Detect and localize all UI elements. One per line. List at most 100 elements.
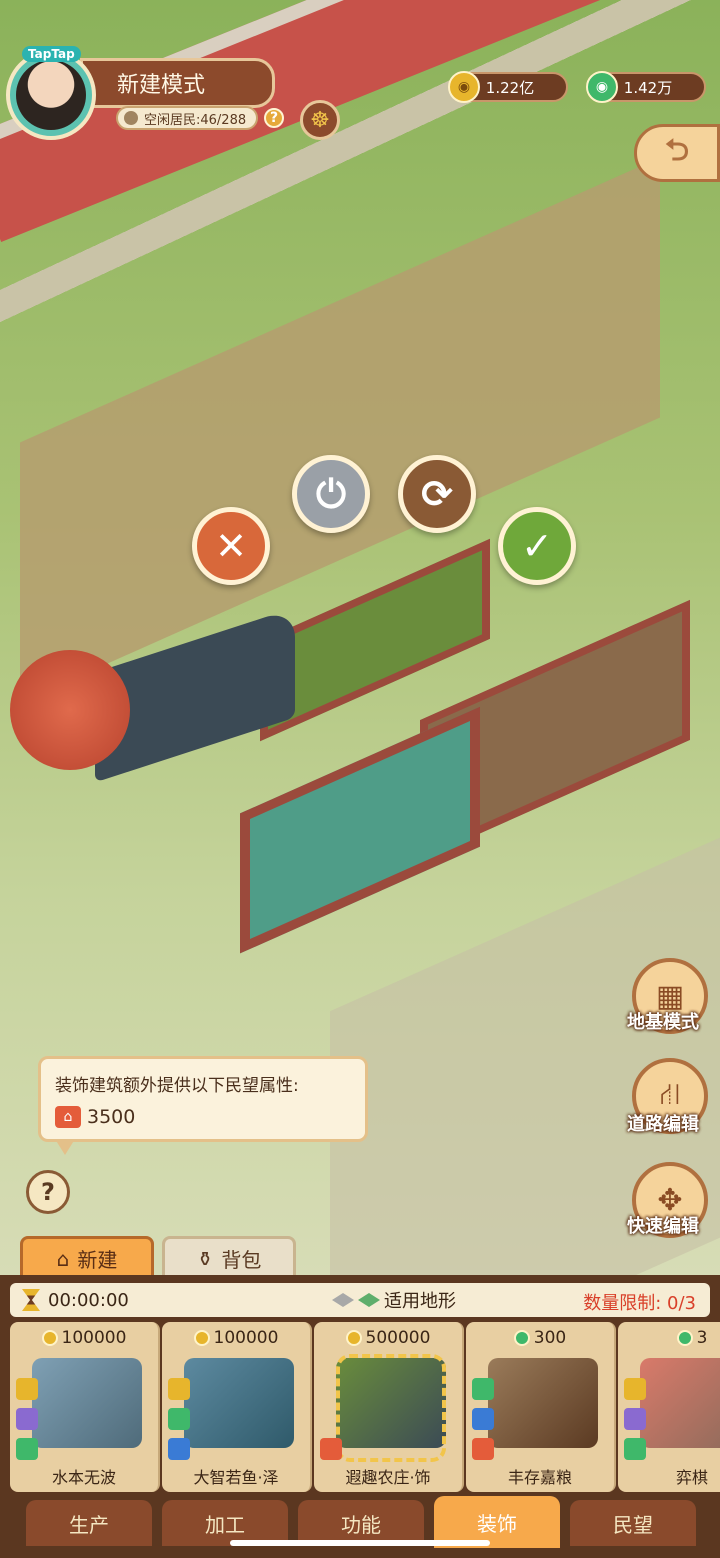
jade-coin-icon: ◉ [586, 71, 618, 103]
card-name: 丰存嘉粮 [507, 1468, 572, 1487]
shop-icon [472, 1438, 494, 1460]
idle-residents: 空闲居民:46/288 [116, 106, 259, 130]
card-price: 300 [466, 1328, 614, 1348]
chess-art-icon [640, 1358, 720, 1448]
card-name: 遐趣农庄·饰 [345, 1468, 431, 1487]
wheel-icon[interactable]: ☸ [300, 100, 340, 140]
jade-currency[interactable]: ◉ 1.42万 [586, 71, 706, 103]
tree-badge-icon [472, 1378, 494, 1400]
gold-currency[interactable]: ◉ 1.22亿 [448, 71, 568, 103]
nav-production[interactable]: 生产 [26, 1500, 152, 1546]
resident-help-icon[interactable]: ? [264, 108, 284, 128]
terrain-green-icon [358, 1293, 380, 1307]
card-name: 大智若鱼·泽 [193, 1468, 279, 1487]
quick-edit-label: 快速编辑 [627, 1216, 699, 1237]
mode-title-panel: 新建模式 [80, 58, 275, 108]
back-arrow-icon: ⮌ [664, 132, 690, 168]
jade-amount: 1.42万 [623, 78, 673, 97]
building-card[interactable]: 100000 水本无波 [10, 1322, 160, 1492]
resident-icon [124, 111, 138, 125]
shop-icon: ⌂ [55, 1106, 81, 1128]
limit-label: 数量限制: [583, 1293, 662, 1314]
plus-badge-icon [624, 1408, 646, 1430]
building-card[interactable]: 300 丰存嘉粮 [466, 1322, 616, 1492]
tree-badge-icon [168, 1408, 190, 1430]
card-price: 3 [618, 1328, 720, 1348]
flag-icon [168, 1438, 190, 1460]
gold-coin-icon [345, 1330, 362, 1346]
jade-coin-icon [676, 1330, 693, 1346]
avatar-face-icon [16, 60, 86, 130]
gold-coin-icon [41, 1330, 58, 1346]
taptap-badge: TapTap [22, 46, 81, 62]
limit-value: 0/3 [667, 1293, 696, 1314]
crown-icon [16, 1378, 38, 1400]
rotate-building-button[interactable]: ⟳ [398, 455, 476, 533]
fish-pond-art-icon [184, 1358, 294, 1448]
tooltip-value: 3500 [87, 1106, 136, 1128]
well-art-icon [32, 1358, 142, 1448]
card-name: 弈棋 [675, 1468, 708, 1487]
tooltip-tail [55, 1139, 75, 1155]
terrain-indicator: 适用地形 [332, 1287, 456, 1313]
plus-badge-icon [16, 1408, 38, 1430]
building-card-list[interactable]: 100000 水本无波 100000 大智若鱼·泽 500000 遐趣农庄·饰 … [10, 1322, 720, 1492]
cancel-placement-button[interactable]: ✕ [192, 507, 270, 585]
maple-tree [10, 650, 130, 770]
tooltip-row: ⌂ 3500 [55, 1106, 351, 1128]
tooltip-title: 装饰建筑额外提供以下民望属性: [55, 1076, 299, 1096]
store-icon: ⏻ [315, 471, 347, 516]
home-indicator[interactable] [230, 1540, 490, 1546]
shop-icon [320, 1438, 342, 1460]
fish-pond [240, 706, 480, 954]
quantity-limit: 数量限制: 0/3 [583, 1289, 696, 1315]
foundation-mode-label: 地基模式 [627, 1012, 699, 1033]
tab-new[interactable]: ⌂ 新建 [20, 1236, 154, 1278]
rotate-icon: ⟳ [421, 472, 453, 516]
house-icon: ⌂ [56, 1246, 70, 1271]
idle-residents-text: 空闲居民:46/288 [144, 112, 247, 128]
mode-title: 新建模式 [117, 73, 206, 98]
card-price-value: 300 [533, 1328, 567, 1348]
gold-coin-icon: ◉ [448, 71, 480, 103]
tab-backpack[interactable]: ⚱ 背包 [162, 1236, 296, 1278]
crown-icon [624, 1378, 646, 1400]
road-edit-label: 道路编辑 [627, 1114, 699, 1135]
card-price-value: 100000 [61, 1328, 127, 1348]
help-button[interactable]: ? [26, 1170, 70, 1214]
card-price-value: 500000 [365, 1328, 431, 1348]
hourglass-icon [22, 1289, 40, 1311]
close-icon: ✕ [215, 524, 247, 568]
gold-amount: 1.22亿 [485, 78, 535, 97]
tree-badge-icon [16, 1438, 38, 1460]
card-name: 水本无波 [51, 1468, 116, 1487]
card-price-value: 100000 [213, 1328, 279, 1348]
building-card[interactable]: 3 弈棋 [618, 1322, 720, 1492]
tab-new-label: 新建 [77, 1248, 118, 1272]
tab-backpack-label: 背包 [221, 1248, 262, 1272]
bag-icon: ⚱ [196, 1246, 214, 1271]
building-card[interactable]: 100000 大智若鱼·泽 [162, 1322, 312, 1492]
player-avatar[interactable] [6, 50, 96, 140]
confirm-placement-button[interactable]: ✓ [498, 507, 576, 585]
building-card-selected[interactable]: 500000 遐趣农庄·饰 [314, 1322, 464, 1492]
timer: 00:00:00 [48, 1289, 129, 1311]
card-price: 100000 [10, 1328, 158, 1348]
card-price: 100000 [162, 1328, 310, 1348]
card-price-value: 3 [696, 1328, 708, 1348]
terrain-gray-icon [332, 1293, 354, 1307]
granary-art-icon [488, 1358, 598, 1448]
check-icon: ✓ [521, 524, 553, 568]
store-building-button[interactable]: ⏻ [292, 455, 370, 533]
back-button[interactable]: ⮌ [634, 124, 720, 182]
tree-badge-icon [624, 1438, 646, 1460]
decoration-tooltip: 装饰建筑额外提供以下民望属性: ⌂ 3500 [38, 1056, 368, 1155]
nav-reputation[interactable]: 民望 [570, 1500, 696, 1546]
flag-icon [472, 1408, 494, 1430]
crown-icon [168, 1378, 190, 1400]
card-price: 500000 [314, 1328, 462, 1348]
gold-coin-icon [193, 1330, 210, 1346]
selection-frame [336, 1354, 446, 1462]
jade-coin-icon [513, 1330, 530, 1346]
terrain-label: 适用地形 [384, 1291, 456, 1312]
